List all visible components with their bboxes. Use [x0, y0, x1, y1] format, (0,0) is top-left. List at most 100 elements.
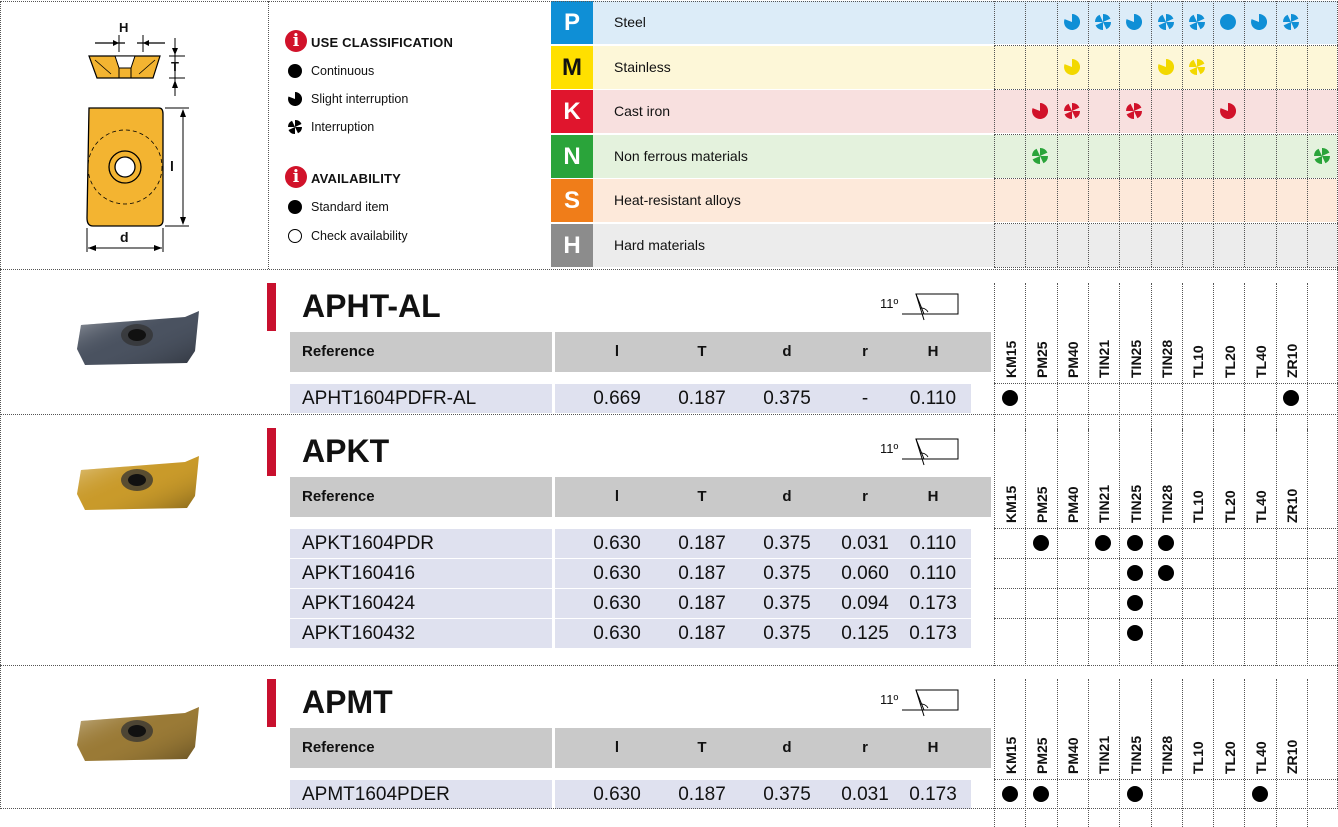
- material-row-s: S Heat-resistant alloys: [551, 179, 1337, 222]
- divider: [0, 1, 1, 809]
- slight-interruption-icon: [288, 91, 303, 111]
- grid-line: [1087, 45, 1089, 89]
- slight-icon: [1063, 58, 1080, 80]
- grid-line: [994, 679, 995, 827]
- grid-line: [994, 223, 995, 267]
- insert-photo: [75, 701, 205, 776]
- grid-line: [1181, 134, 1183, 178]
- standard-item-icon: [288, 200, 302, 214]
- dimension-d: 0.375: [763, 388, 811, 409]
- availability-title: AVAILABILITY: [311, 171, 402, 186]
- dimension-H: 0.173: [909, 623, 957, 644]
- dimension-T: 0.187: [678, 388, 726, 409]
- legend-continuous: Continuous: [311, 64, 375, 78]
- dimension-r: 0.031: [841, 533, 889, 554]
- grid-line: [1275, 283, 1277, 431]
- grid-line: [1025, 90, 1027, 133]
- grid-line: [1181, 45, 1183, 89]
- grade-header: PM40: [1065, 486, 1082, 523]
- grid-line: [1087, 679, 1089, 827]
- dimension-l: 0.630: [593, 593, 641, 614]
- dimension-d: 0.375: [763, 563, 811, 584]
- info-icon: i: [285, 30, 307, 52]
- grid-line: [994, 90, 995, 133]
- grid-line: [1181, 223, 1183, 267]
- grid-line: [1087, 179, 1089, 222]
- divider: [0, 414, 1338, 415]
- standard-item-icon: [1126, 535, 1143, 551]
- grid-line: [1275, 134, 1277, 178]
- grid-line: [1275, 1, 1277, 44]
- grid-line: [1275, 679, 1277, 827]
- grid-line: [1213, 45, 1215, 89]
- grid-line: [1181, 1, 1183, 44]
- clearance-angle-label: 11º: [880, 692, 899, 707]
- dimension-T: 0.187: [678, 533, 726, 554]
- grid-line: [1307, 179, 1308, 222]
- reference-value: APHT1604PDFR-AL: [302, 388, 477, 409]
- material-letter: S: [551, 179, 593, 222]
- material-letter: K: [551, 90, 593, 133]
- dimension-r: -: [861, 388, 869, 409]
- grid-line: [1181, 179, 1183, 222]
- reference-cell: APKT160432: [290, 619, 552, 648]
- grade-header: TIN28: [1159, 339, 1175, 378]
- divider: [0, 269, 1338, 270]
- grid-line: [1119, 428, 1121, 666]
- grid-line: [1119, 90, 1121, 133]
- legend-slight-interruption: Slight interruption: [311, 92, 409, 106]
- grid-line: [1181, 283, 1183, 431]
- dimension-l: 0.669: [593, 388, 641, 409]
- grid-line: [1150, 223, 1152, 267]
- column-header-d: d: [782, 488, 792, 505]
- table-header: Reference l Td r H: [290, 332, 991, 372]
- grid-line: [1087, 223, 1089, 267]
- grid-line: [1119, 283, 1121, 431]
- standard-item-icon: [1032, 535, 1049, 551]
- grid-line: [994, 618, 1338, 619]
- dimension-l: 0.630: [593, 784, 641, 805]
- grade-header: PM25: [1033, 341, 1050, 378]
- column-header-reference: Reference: [302, 343, 375, 360]
- insert-dimension-diagram: H T l d: [75, 10, 205, 260]
- grid-line: [994, 179, 995, 222]
- grid-line: [1087, 134, 1089, 178]
- grid-line: [1244, 134, 1246, 178]
- dimension-H: 0.110: [909, 388, 957, 409]
- grid-line: [1150, 679, 1152, 827]
- grade-header: ZR10: [1284, 488, 1301, 523]
- family-title: APMT: [302, 684, 393, 720]
- dimension-d: 0.375: [763, 784, 811, 805]
- grade-header: ZR10: [1284, 739, 1301, 774]
- accent-bar: [267, 283, 276, 331]
- grid-line: [1087, 428, 1089, 666]
- grade-header: TL20: [1221, 345, 1238, 378]
- standard-item-icon: [1283, 390, 1300, 406]
- grid-line: [1056, 179, 1058, 222]
- grid-line: [1275, 45, 1277, 89]
- grid-line: [1307, 428, 1308, 666]
- column-header-l: l: [614, 488, 620, 505]
- table-row: APKT160416 0.630 0.187 0.375 0.060 0.110: [290, 559, 991, 588]
- grid-line: [1275, 223, 1277, 267]
- interrupt-icon: [1032, 147, 1049, 169]
- grid-line: [1307, 1, 1308, 44]
- grade-header: PM40: [1065, 341, 1082, 378]
- grid-line: [1056, 45, 1058, 89]
- grid-line: [1087, 283, 1089, 431]
- grid-line: [994, 283, 995, 431]
- grid-line: [994, 1, 995, 44]
- dim-label-l: l: [170, 158, 174, 174]
- dim-label-T: T: [171, 59, 179, 74]
- divider: [0, 665, 1338, 666]
- grid-line: [1307, 679, 1308, 827]
- grid-line: [1119, 134, 1121, 178]
- column-header-T: T: [697, 488, 707, 505]
- grade-header: TIN21: [1096, 484, 1113, 523]
- dimension-r: 0.060: [841, 563, 889, 584]
- grid-line: [1244, 679, 1246, 827]
- interrupt-icon: [1094, 13, 1111, 35]
- reference-value: APKT160424: [302, 593, 416, 614]
- grid-line: [1119, 223, 1121, 267]
- grid-line: [1244, 45, 1246, 89]
